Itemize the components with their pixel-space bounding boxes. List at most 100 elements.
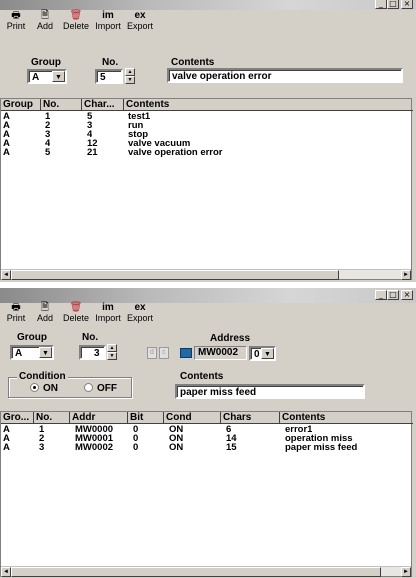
cell-bit: 0 [133, 434, 139, 443]
column-header-group[interactable]: Gro... [1, 412, 34, 424]
column-header-no[interactable]: No. [34, 412, 70, 424]
group-label: Group [17, 332, 47, 343]
group-select[interactable]: A ▼ [27, 69, 67, 84]
maximize-button[interactable]: □ [387, 0, 399, 9]
bit-message-table[interactable]: Gro... No. Addr Bit Cond Chars Contents … [0, 411, 413, 577]
title-bar: _ □ × [0, 0, 416, 10]
chevron-down-icon[interactable]: ▼ [52, 71, 65, 82]
contents-input[interactable]: paper miss feed [175, 384, 365, 399]
condition-off-label: OFF [97, 383, 117, 394]
print-button[interactable]: 🖶 Print [3, 302, 29, 323]
contents-label: Contents [180, 371, 224, 382]
scroll-right-icon[interactable]: ► [401, 270, 411, 280]
number-field[interactable]: 5 [95, 69, 123, 84]
table-row[interactable]: A 2 MW0001 0 ON 14 operation miss [1, 434, 411, 443]
number-stepper[interactable]: ▲ ▼ [125, 68, 135, 84]
chevron-down-icon[interactable]: ▼ [261, 348, 274, 359]
column-header-chars[interactable]: Chars [221, 412, 280, 424]
column-header-addr[interactable]: Addr [70, 412, 128, 424]
number-value: 5 [100, 72, 106, 83]
spin-up-icon[interactable]: ▲ [107, 344, 117, 352]
table-row[interactable]: A 5 21 valve operation error [1, 148, 411, 157]
address-bit-value: 0 [254, 349, 260, 360]
delete-button[interactable]: 🗑 Delete [61, 10, 91, 31]
contents-label: Contents [171, 57, 215, 68]
message-table[interactable]: Group No. Char... Contents A 1 5 test1 A… [0, 98, 413, 280]
column-header-contents[interactable]: Contents [124, 99, 413, 111]
condition-off-radio[interactable]: OFF [84, 383, 117, 394]
table-row[interactable]: A 1 5 test1 [1, 112, 411, 121]
column-header-contents[interactable]: Contents [280, 412, 413, 424]
import-button[interactable]: im Import [93, 302, 123, 323]
delete-button[interactable]: 🗑 Delete [61, 302, 91, 323]
address-bit-select[interactable]: 0 ▼ [249, 346, 276, 361]
delete-label: Delete [62, 21, 89, 31]
add-button[interactable]: 🗎 Add [34, 302, 56, 323]
cell-cond: ON [169, 425, 184, 434]
network-icon [180, 348, 192, 358]
title-bar: _ □ × [0, 288, 416, 303]
delete-icon: 🗑 [69, 302, 83, 313]
scroll-thumb[interactable] [11, 567, 381, 577]
cell-addr: MW0002 [75, 443, 114, 452]
print-button[interactable]: 🖶 Print [3, 10, 29, 31]
spin-down-icon[interactable]: ▼ [125, 76, 135, 84]
delete-icon: 🗑 [69, 10, 83, 21]
cell-contents: run [128, 121, 144, 130]
cell-group: A [3, 139, 10, 148]
add-button[interactable]: 🗎 Add [34, 10, 56, 31]
contents-value: valve operation error [172, 71, 272, 82]
cell-contents: valve vacuum [128, 139, 191, 148]
add-icon: 🗎 [40, 302, 50, 313]
bit-message-editor-window: _ □ × 🖶 Print 🗎 Add 🗑 Delete im Import e… [0, 288, 416, 578]
column-header-no[interactable]: No. [41, 99, 82, 111]
export-label: Export [126, 313, 153, 323]
column-header-chars[interactable]: Char... [82, 99, 124, 111]
table-row[interactable]: A 3 4 stop [1, 130, 411, 139]
cell-no: 5 [45, 148, 51, 157]
horizontal-scrollbar[interactable]: ◄ ► [1, 269, 411, 280]
close-button[interactable]: × [401, 0, 413, 9]
horizontal-scrollbar[interactable]: ◄ ► [1, 566, 411, 577]
maximize-button[interactable]: □ [387, 290, 399, 300]
spin-down-icon[interactable]: ▼ [107, 352, 117, 360]
close-button[interactable]: × [401, 290, 413, 300]
table-row[interactable]: A 2 3 run [1, 121, 411, 130]
export-button[interactable]: ex Export [124, 302, 156, 323]
condition-on-radio[interactable]: ON [30, 383, 58, 394]
group-label: Group [31, 57, 61, 68]
table-row[interactable]: A 4 12 valve vacuum [1, 139, 411, 148]
import-label: Import [95, 21, 121, 31]
column-header-cond[interactable]: Cond [164, 412, 221, 424]
address-device-d-button[interactable]: d [147, 347, 157, 359]
scroll-left-icon[interactable]: ◄ [1, 567, 11, 577]
scroll-thumb[interactable] [11, 270, 339, 280]
table-header: Group No. Char... Contents [1, 99, 413, 111]
group-select[interactable]: A ▼ [10, 345, 54, 360]
address-device-c-button[interactable]: c [159, 347, 169, 359]
spin-up-icon[interactable]: ▲ [125, 68, 135, 76]
scroll-right-icon[interactable]: ► [401, 567, 411, 577]
minimize-button[interactable]: _ [375, 290, 387, 300]
printer-icon: 🖶 [11, 10, 21, 21]
cell-no: 4 [45, 139, 51, 148]
cell-addr: MW0000 [75, 425, 114, 434]
cell-chars: 4 [87, 130, 93, 139]
import-button[interactable]: im Import [93, 10, 123, 31]
add-label: Add [36, 21, 53, 31]
chevron-down-icon[interactable]: ▼ [39, 347, 52, 358]
number-field[interactable]: 3 [79, 345, 106, 360]
minimize-button[interactable]: _ [375, 0, 387, 9]
table-row[interactable]: A 3 MW0002 0 ON 15 paper miss feed [1, 443, 411, 452]
export-button[interactable]: ex Export [124, 10, 156, 31]
window-controls: _ □ × [375, 290, 413, 300]
contents-input[interactable]: valve operation error [167, 68, 403, 83]
scroll-left-icon[interactable]: ◄ [1, 270, 11, 280]
cell-bit: 0 [133, 443, 139, 452]
no-label: No. [82, 332, 99, 343]
table-row[interactable]: A 1 MW0000 0 ON 6 error1 [1, 425, 411, 434]
column-header-group[interactable]: Group [1, 99, 41, 111]
number-stepper[interactable]: ▲ ▼ [107, 344, 117, 360]
address-field[interactable]: MW0002 [194, 346, 247, 360]
column-header-bit[interactable]: Bit [128, 412, 164, 424]
